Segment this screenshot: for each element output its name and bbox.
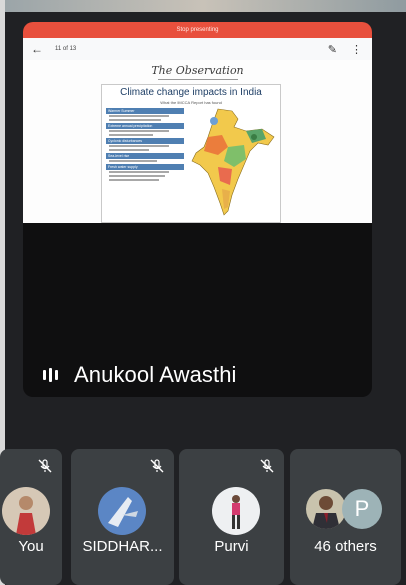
text-line: [109, 149, 149, 151]
avatar: [212, 487, 260, 535]
card-title: Climate change impacts in India: [120, 87, 262, 98]
speaker-name: Anukool Awasthi: [74, 362, 237, 387]
participant-tile-others[interactable]: P 46 others: [290, 449, 401, 585]
mic-off-icon: [150, 459, 164, 473]
participant-strip: You SIDDHAR... Purvi P 46 others: [0, 449, 406, 585]
participant-tile-siddhar[interactable]: SIDDHAR...: [71, 449, 174, 585]
text-line: [109, 115, 169, 117]
section-header: Extreme annual precipitation: [106, 123, 184, 129]
more-options-icon[interactable]: ⋮: [351, 43, 362, 56]
avatar: [98, 487, 146, 535]
stop-presenting-banner[interactable]: Stop presenting: [23, 22, 372, 38]
participant-name: SIDDHAR...: [82, 538, 163, 555]
mic-off-icon: [38, 459, 52, 473]
text-line: [109, 134, 153, 136]
text-line: [109, 130, 169, 132]
text-line: [109, 119, 161, 121]
presentation-toolbar: ← 11 of 13 ✎ ⋮: [23, 38, 372, 60]
text-line: [109, 160, 157, 162]
others-count: 46 others: [314, 538, 377, 555]
text-line: [109, 175, 165, 177]
meeting-stage: Stop presenting ← 11 of 13 ✎ ⋮ The Obser…: [0, 12, 406, 585]
presentation-tile[interactable]: Stop presenting ← 11 of 13 ✎ ⋮ The Obser…: [23, 22, 372, 397]
avatar: P: [342, 489, 382, 529]
section-header: Warmer Summer: [106, 108, 184, 114]
page-indicator: 11 of 13: [55, 46, 77, 52]
main-speaker-label: Anukool Awasthi: [43, 362, 237, 388]
shared-slide: The Observation Climate change impacts i…: [23, 60, 372, 223]
audio-level-icon: [43, 368, 58, 382]
avatar: [306, 489, 346, 529]
card-subtitle: What the IMCCA Report has found: [160, 100, 222, 105]
back-arrow-icon[interactable]: ←: [31, 42, 49, 56]
text-line: [109, 145, 169, 147]
participant-tile-purvi[interactable]: Purvi: [179, 449, 284, 585]
mic-off-icon: [260, 459, 274, 473]
section-header: Cyclonic disturbances: [106, 138, 184, 144]
text-line: [109, 171, 169, 173]
text-line: [109, 179, 159, 181]
findings-list: Warmer Summer Extreme annual precipitati…: [106, 108, 184, 218]
slide-title: The Observation: [23, 64, 372, 80]
participant-tile-you[interactable]: You: [0, 449, 62, 585]
avatar: [2, 487, 50, 535]
participant-name: You: [18, 538, 44, 555]
participant-name: Purvi: [214, 538, 249, 555]
section-header: Fresh water supply: [106, 164, 184, 170]
slide-content-card: Climate change impacts in India What the…: [101, 84, 281, 223]
pen-icon[interactable]: ✎: [328, 43, 337, 56]
section-header: Sea-level rise: [106, 153, 184, 159]
top-wallpaper-strip: [0, 0, 406, 12]
india-map-image: [191, 108, 275, 216]
